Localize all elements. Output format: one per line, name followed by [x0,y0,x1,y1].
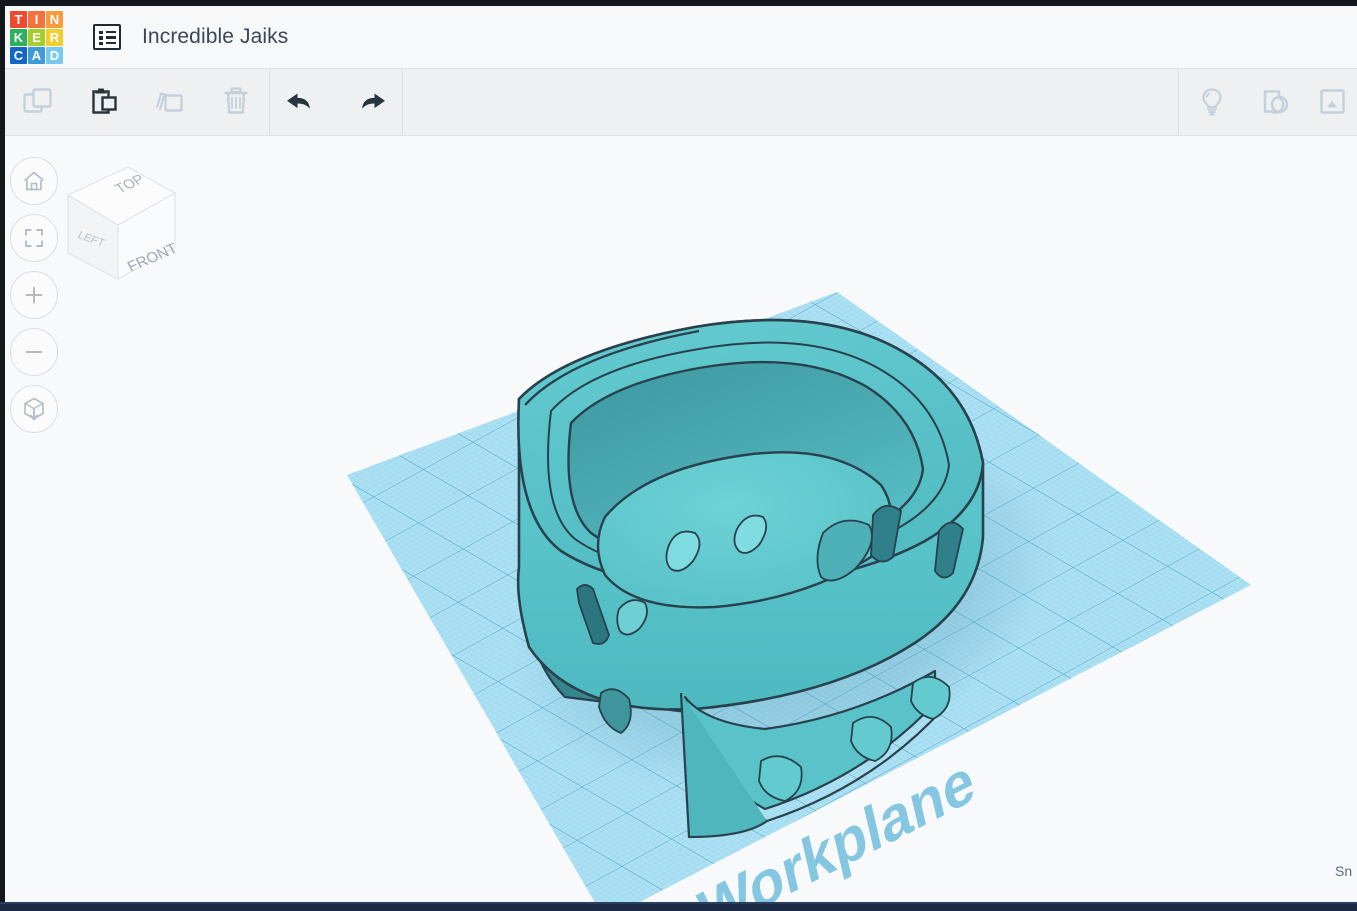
lightbulb-icon [1202,88,1222,116]
delete-button[interactable] [203,69,269,135]
logo-cell-e: E [28,29,45,46]
logo-cell-c: C [10,47,27,64]
group-icon [1263,90,1289,114]
copy-button[interactable] [5,69,71,135]
redo-button[interactable] [336,69,402,135]
home-view-button[interactable] [10,157,58,205]
cube-arrow-icon [24,397,44,421]
doc-bullet-3 [99,41,103,45]
viewport-canvas: Workplane [347,292,1251,902]
project-title[interactable]: Incredible Jaiks [142,25,288,49]
doc-line-3 [105,41,116,44]
home-icon [23,171,45,191]
window-left-chrome [0,0,5,911]
minus-icon [25,351,43,353]
doc-bullet-2 [99,36,103,40]
ungroup-button[interactable] [1311,69,1357,135]
app-header: T I N K E R C A D Incredible Jaiks [5,6,1357,68]
tinkercad-logo[interactable]: T I N K E R C A D [5,6,67,68]
logo-cell-t: T [10,11,27,28]
logo-cell-d: D [46,47,63,64]
ungroup-icon [1320,89,1345,114]
copy-icon [23,88,52,113]
doc-line-1 [105,30,116,33]
logo-cell-n: N [46,11,63,28]
shape-group [1179,69,1357,135]
paste-icon [92,88,117,114]
paste-button[interactable] [71,69,137,135]
document-list-button[interactable] [92,22,122,52]
zoom-out-button[interactable] [10,328,58,376]
edit-group [5,69,269,135]
hide-button[interactable] [1179,69,1245,135]
doc-line-2 [105,36,116,39]
ortho-toggle-button[interactable] [10,385,58,433]
fit-view-button[interactable] [10,214,58,262]
main-toolbar [5,68,1357,136]
document-list-icon [93,24,121,50]
doc-bullet-1 [99,30,103,34]
logo-cell-r: R [46,29,63,46]
trash-icon [224,87,248,114]
redo-arrow-icon [362,93,385,109]
window-bottom-chrome [0,902,1357,911]
duplicate-button[interactable] [137,69,203,135]
fit-frame-icon [25,229,43,247]
undo-arrow-icon [287,93,310,109]
viewport-nav-buttons [10,157,65,442]
duplicate-icon [155,92,183,112]
plus-icon [25,286,43,304]
logo-cell-k: K [10,29,27,46]
3d-viewport[interactable]: Workplane TOP FRONT LEFT Sn [5,137,1357,902]
undo-button[interactable] [270,69,336,135]
tinkercad-app: T I N K E R C A D Incredible Jaiks Workp… [0,0,1357,911]
snap-grid-label[interactable]: Sn [1335,863,1357,879]
logo-cell-a: A [28,47,45,64]
zoom-in-button[interactable] [10,271,58,319]
group-button[interactable] [1245,69,1311,135]
history-group [270,69,402,135]
logo-cell-i: I [28,11,45,28]
